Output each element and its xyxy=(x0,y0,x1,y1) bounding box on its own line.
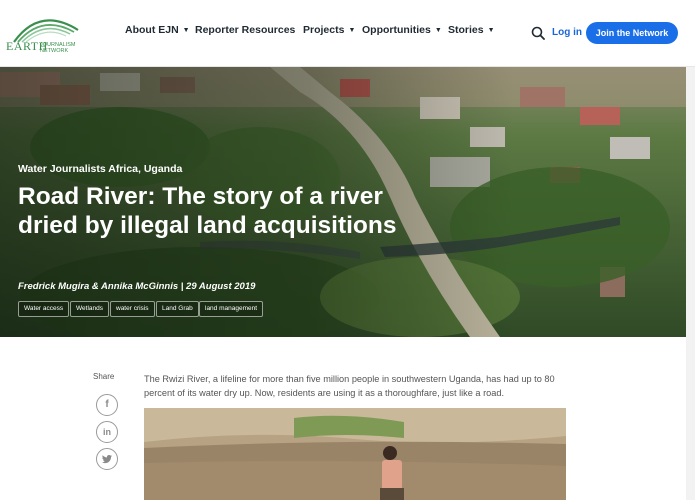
article-byline: Fredrick Mugira & Annika McGinnis | 29 A… xyxy=(18,281,256,292)
login-link[interactable]: Log in xyxy=(552,27,582,38)
river-photo-image xyxy=(144,408,566,500)
hero-banner: Water Journalists Africa, Uganda Road Ri… xyxy=(0,67,686,337)
tag-land-management[interactable]: land management xyxy=(199,301,264,317)
join-network-button[interactable]: Join the Network xyxy=(586,22,678,44)
nav-stories[interactable]: Stories ▼ xyxy=(448,24,495,36)
logo-subtitle: JOURNALISM NETWORK xyxy=(40,42,76,54)
article-photo xyxy=(144,408,566,500)
twitter-icon[interactable] xyxy=(96,448,118,470)
facebook-icon[interactable]: f xyxy=(96,394,118,416)
tag-water-access[interactable]: Water access xyxy=(18,301,70,317)
article-intro: The Rwizi River, a lifeline for more tha… xyxy=(144,374,555,398)
share-label: Share xyxy=(93,372,115,381)
chevron-down-icon: ▼ xyxy=(182,27,190,34)
chevron-down-icon: ▼ xyxy=(348,27,356,34)
search-icon[interactable] xyxy=(531,26,545,40)
nav-about[interactable]: About EJN ▼ xyxy=(125,24,190,36)
linkedin-icon[interactable]: in xyxy=(96,421,118,443)
tag-wetlands[interactable]: Wetlands xyxy=(70,301,109,317)
nav-opportunities[interactable]: Opportunities ▼ xyxy=(362,24,442,36)
site-logo[interactable]: EARTH JOURNALISM NETWORK xyxy=(4,10,84,56)
chevron-down-icon: ▼ xyxy=(487,27,495,34)
chevron-down-icon: ▼ xyxy=(434,27,442,34)
page-scrollbar[interactable] xyxy=(686,67,695,500)
site-header: EARTH JOURNALISM NETWORK About EJN ▼ Repo… xyxy=(0,0,695,67)
nav-reporter-resources[interactable]: Reporter Resources xyxy=(195,24,295,36)
tag-land-grab[interactable]: Land Grab xyxy=(156,301,199,317)
page-title: Road River: The story of a river dried b… xyxy=(18,183,397,239)
tag-water-crisis[interactable]: water crisis xyxy=(110,301,155,317)
article-category[interactable]: Water Journalists Africa, Uganda xyxy=(18,163,182,175)
nav-projects[interactable]: Projects ▼ xyxy=(303,24,355,36)
